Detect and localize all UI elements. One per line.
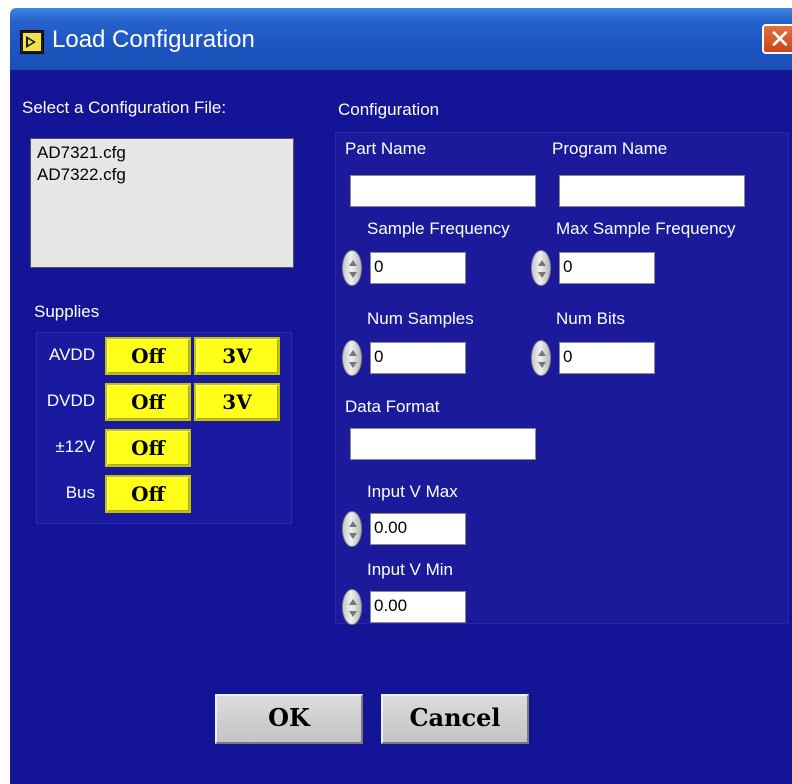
num-bits-label: Num Bits xyxy=(556,309,625,328)
num-bits-field[interactable]: 0 xyxy=(559,342,655,374)
load-configuration-dialog: Load Configuration ✕ Select a Configurat… xyxy=(0,0,792,784)
part-name-label: Part Name xyxy=(345,139,427,158)
dvdd-3v-button[interactable]: 3V xyxy=(194,383,280,421)
configuration-label: Configuration xyxy=(338,100,440,119)
config-file-listbox[interactable]: AD7321.cfg AD7322.cfg xyxy=(30,138,294,268)
part-name-field[interactable] xyxy=(350,175,536,207)
supplies-label: Supplies xyxy=(34,302,100,321)
avdd-label: AVDD xyxy=(49,345,95,364)
input-v-max-spinner[interactable] xyxy=(342,511,362,547)
sample-frequency-label: Sample Frequency xyxy=(367,219,510,238)
labview-app-icon xyxy=(20,30,44,54)
num-bits-spinner[interactable] xyxy=(531,340,551,376)
input-v-min-spinner[interactable] xyxy=(342,589,362,625)
avdd-3v-button[interactable]: 3V xyxy=(194,337,280,375)
file-select-label: Select a Configuration File: xyxy=(22,98,227,117)
file-list-item[interactable]: AD7322.cfg xyxy=(37,164,293,186)
avdd-off-button[interactable]: Off xyxy=(105,337,191,375)
dvdd-off-button[interactable]: Off xyxy=(105,383,191,421)
bus-label: Bus xyxy=(65,483,95,502)
program-name-label: Program Name xyxy=(552,139,668,158)
data-format-field[interactable] xyxy=(350,428,536,460)
input-v-min-field[interactable]: 0.00 xyxy=(370,591,466,623)
supplies-panel: AVDD Off 3V DVDD Off 3V ±12V Off Bus Off xyxy=(36,332,292,524)
input-v-min-label: Input V Min xyxy=(367,560,453,579)
title-bar[interactable]: Load Configuration ✕ xyxy=(10,8,792,70)
dialog-body: Select a Configuration File: AD7321.cfg … xyxy=(10,70,792,784)
max-sample-frequency-field[interactable]: 0 xyxy=(559,252,655,284)
bus-off-button[interactable]: Off xyxy=(105,475,191,513)
dvdd-label: DVDD xyxy=(46,391,95,410)
max-sample-frequency-spinner[interactable] xyxy=(531,250,551,286)
file-list-item[interactable]: AD7321.cfg xyxy=(37,142,293,164)
num-samples-spinner[interactable] xyxy=(342,340,362,376)
input-v-max-label: Input V Max xyxy=(367,482,458,501)
num-samples-field[interactable]: 0 xyxy=(370,342,466,374)
sample-frequency-spinner[interactable] xyxy=(342,250,362,286)
input-v-max-field[interactable]: 0.00 xyxy=(370,513,466,545)
pm12v-off-button[interactable]: Off xyxy=(105,429,191,467)
close-button[interactable]: ✕ xyxy=(762,24,792,55)
ok-button[interactable]: OK xyxy=(215,694,363,744)
configuration-panel: Part Name Program Name Sample Frequency … xyxy=(335,132,789,625)
program-name-field[interactable] xyxy=(559,175,745,207)
window-title: Load Configuration xyxy=(52,26,255,53)
pm12v-label: ±12V xyxy=(55,437,95,456)
num-samples-label: Num Samples xyxy=(367,309,474,328)
data-format-label: Data Format xyxy=(345,397,440,416)
close-icon: ✕ xyxy=(769,25,791,55)
sample-frequency-field[interactable]: 0 xyxy=(370,252,466,284)
cancel-button[interactable]: Cancel xyxy=(381,694,529,744)
max-sample-frequency-label: Max Sample Frequency xyxy=(556,219,736,238)
